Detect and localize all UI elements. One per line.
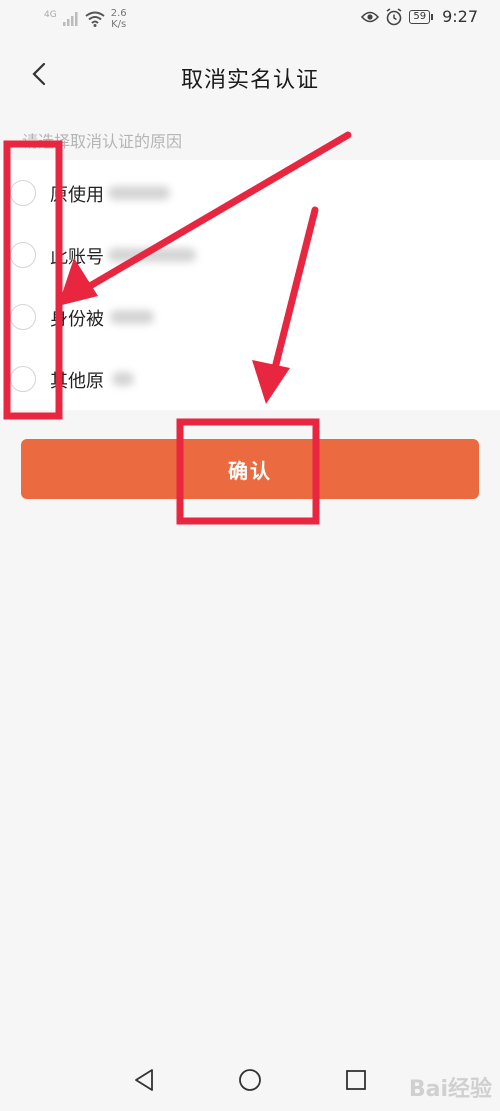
signal-icon [62, 12, 78, 26]
app-header: 取消实名认证 [0, 40, 500, 112]
reason-label: 此账号 [50, 247, 104, 268]
status-right: 59 9:27 [361, 7, 478, 26]
network-speed: 2.6 K/s [111, 8, 127, 30]
battery-indicator: 59 [409, 9, 433, 24]
nav-home-icon[interactable] [234, 1064, 266, 1096]
page-title: 取消实名认证 [180, 68, 319, 93]
alarm-icon [386, 7, 402, 25]
reason-list: 原使用 此账号 身份被 其他原 [0, 160, 500, 410]
speed-value: 2.6 [110, 8, 127, 19]
reason-label: 原使用 [50, 185, 104, 206]
section-label: 请选择取消认证的原因 [22, 132, 183, 151]
reason-option-2[interactable]: 此账号 [0, 224, 500, 286]
nav-back-icon[interactable] [128, 1064, 160, 1096]
radio-button[interactable] [10, 304, 36, 330]
clock: 9:27 [442, 7, 478, 26]
watermark-logo: Bai经验 [408, 1077, 492, 1102]
radio-button[interactable] [10, 242, 36, 268]
blurred-text [112, 372, 134, 386]
radio-button[interactable] [10, 180, 36, 206]
blurred-text [108, 186, 170, 200]
speed-unit: K/s [111, 19, 127, 30]
reason-label: 身份被 [50, 309, 104, 330]
status-left: 4G 2.6 K/s [44, 8, 127, 30]
reason-option-3[interactable]: 身份被 [0, 286, 500, 348]
reason-label: 其他原 [50, 371, 104, 392]
reason-option-4[interactable]: 其他原 [0, 348, 500, 410]
system-nav-bar: Bai经验 [0, 1050, 500, 1111]
reason-option-1[interactable]: 原使用 [0, 162, 500, 224]
eye-icon [361, 11, 380, 22]
confirm-button[interactable]: 确认 [21, 439, 479, 499]
radio-button[interactable] [10, 366, 36, 392]
wifi-icon [85, 11, 105, 27]
nav-recents-icon[interactable] [340, 1064, 372, 1096]
blurred-text [110, 310, 154, 324]
status-bar: 4G 2.6 K/s 59 9:27 [0, 0, 500, 36]
network-type: 4G [44, 10, 57, 20]
blurred-text [108, 248, 196, 262]
